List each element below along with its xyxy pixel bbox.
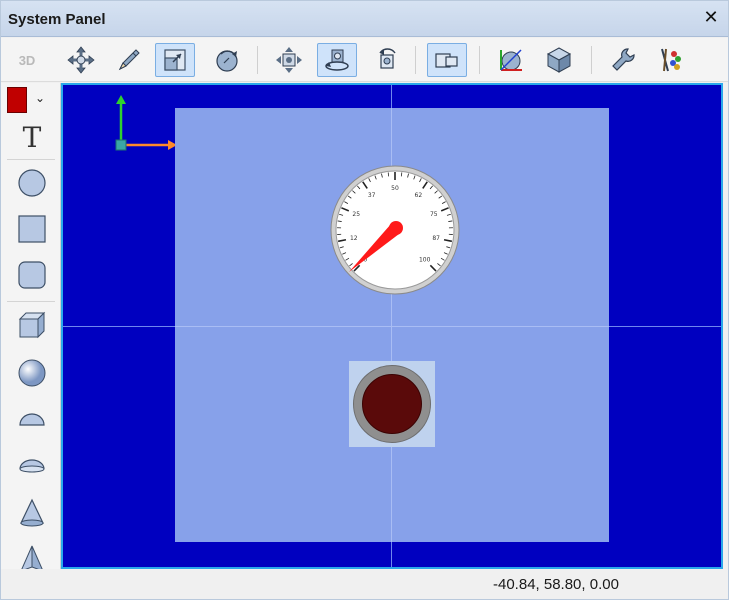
orbit-icon [325, 49, 349, 71]
paint-tools-icon [661, 48, 681, 72]
palette-separator [7, 159, 55, 160]
paint-tools-button[interactable] [649, 43, 689, 77]
resize-icon [164, 49, 186, 71]
gauge-scale-label: 100 [419, 257, 431, 264]
title-bar: System Panel ✕ [1, 1, 728, 37]
gauge-scale-label: 87 [432, 235, 440, 242]
cube-button[interactable] [539, 43, 579, 77]
rotate-view-button[interactable] [367, 43, 407, 77]
toolbar-separator [257, 46, 258, 74]
half-sphere-tool-button[interactable] [11, 399, 53, 439]
sphere-icon [18, 359, 46, 387]
axes-box-button[interactable] [491, 43, 531, 77]
square-icon [18, 215, 46, 243]
pyramid-tool-button[interactable] [11, 539, 53, 569]
pan-icon [276, 47, 302, 73]
pencil-icon [118, 49, 140, 71]
circle-tool-button[interactable] [11, 163, 53, 203]
indicator-lamp-widget[interactable] [349, 361, 435, 447]
toolbar-separator [591, 46, 592, 74]
pan-button[interactable] [269, 43, 309, 77]
gauge-scale-label: 75 [430, 211, 438, 218]
stage-horizontal-guide [175, 326, 609, 327]
box-3d-icon [18, 311, 46, 339]
move-icon [67, 46, 95, 74]
cone-tool-button[interactable] [11, 493, 53, 533]
gauge-scale-label: 62 [415, 192, 423, 199]
3d-mode-label: 3D [18, 52, 36, 68]
gauge-scale-label: 50 [391, 185, 399, 192]
cone-icon [20, 498, 44, 527]
wrench-icon [612, 48, 635, 71]
orbit-button[interactable] [317, 43, 357, 77]
close-button[interactable]: ✕ [702, 9, 720, 27]
frame-button[interactable] [427, 43, 467, 77]
cube-icon [546, 47, 572, 73]
panel-stage[interactable]: 0 12 25 37 50 62 75 87 100 [175, 108, 609, 542]
move-button[interactable] [61, 43, 101, 77]
frame-icon [435, 53, 458, 68]
gauge-scale-label: 37 [368, 192, 376, 199]
text-tool-button[interactable]: T [11, 117, 53, 157]
axes-box-icon [500, 49, 522, 71]
resize-button[interactable] [155, 43, 195, 77]
dome-tool-button[interactable] [11, 445, 53, 485]
gauge-scale-label: 12 [350, 235, 358, 242]
box-3d-tool-button[interactable] [11, 305, 53, 345]
draw-button[interactable] [109, 43, 149, 77]
color-picker-swatch[interactable] [7, 87, 27, 113]
rounded-square-tool-button[interactable] [11, 255, 53, 295]
system-panel-window: System Panel ✕ 3D ⌄ T 0 12 25 37 50 62 7… [0, 0, 729, 600]
axis-gizmo-icon [115, 95, 177, 151]
3d-mode-button[interactable]: 3D [7, 43, 47, 77]
half-sphere-icon [19, 413, 45, 426]
chevron-down-icon[interactable]: ⌄ [35, 91, 51, 107]
toolbar: 3D [1, 38, 728, 82]
shape-palette: ⌄ T [1, 83, 61, 569]
palette-separator [7, 301, 55, 302]
design-canvas[interactable]: 0 12 25 37 50 62 75 87 100 [61, 83, 723, 569]
indicator-lamp-light [362, 374, 422, 434]
cursor-coordinates: -40.84, 58.80, 0.00 [493, 576, 619, 593]
gauge-scale-label: 25 [352, 211, 360, 218]
toolbar-separator [479, 46, 480, 74]
gauge-widget[interactable]: 012253750627587100 [329, 164, 461, 296]
pyramid-icon [21, 545, 43, 569]
indicator-lamp-bezel [353, 365, 431, 443]
sphere-tool-button[interactable] [11, 353, 53, 393]
window-title: System Panel [8, 11, 106, 28]
toolbar-separator [415, 46, 416, 74]
circle-icon [18, 169, 46, 197]
gauge-hub [389, 221, 403, 235]
settings-button[interactable] [603, 43, 643, 77]
text-tool-icon: T [22, 120, 42, 154]
rounded-square-icon [18, 261, 46, 289]
square-tool-button[interactable] [11, 209, 53, 249]
rotate-view-icon [379, 48, 396, 69]
rotate-icon [216, 50, 238, 72]
rotate-button[interactable] [207, 43, 247, 77]
dome-icon [19, 459, 45, 473]
status-bar: -40.84, 58.80, 0.00 [1, 569, 728, 599]
